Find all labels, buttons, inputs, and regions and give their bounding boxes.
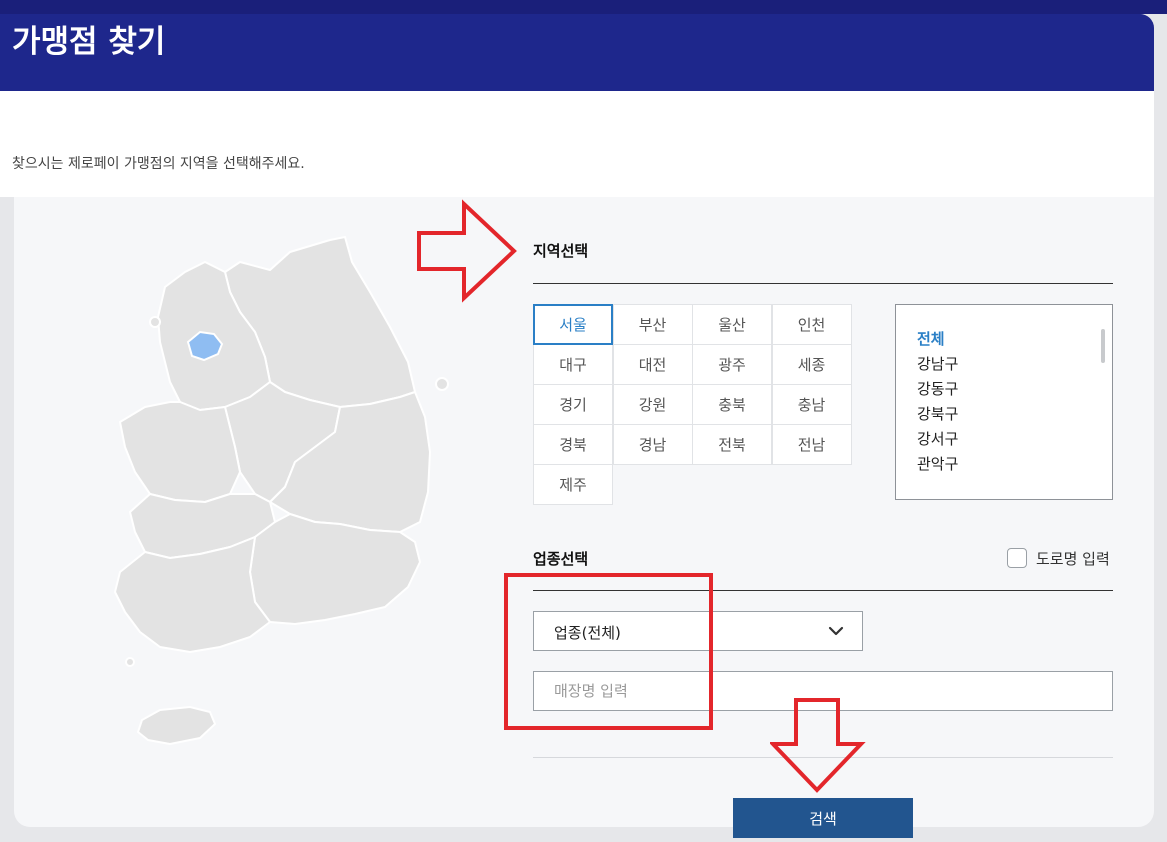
- region-button[interactable]: 제주: [533, 464, 613, 505]
- left-edge: [0, 197, 14, 842]
- region-button[interactable]: 대전: [612, 344, 693, 385]
- region-button[interactable]: 인천: [771, 304, 852, 345]
- region-button[interactable]: 충남: [771, 384, 852, 425]
- page: 가맹점 찾기 찾으시는 제로페이 가맹점의 지역을 선택해주세요. 지역선택 서…: [0, 0, 1167, 842]
- road-name-label: 도로명 입력: [1036, 550, 1110, 568]
- region-button[interactable]: 강원: [612, 384, 693, 425]
- region-button[interactable]: 광주: [692, 344, 772, 385]
- region-button[interactable]: 서울: [533, 304, 613, 345]
- region-button[interactable]: 경기: [533, 384, 613, 425]
- district-item[interactable]: 강서구: [917, 428, 958, 449]
- category-select[interactable]: 업종(전체): [533, 611, 863, 651]
- map-island-west: [149, 316, 161, 328]
- region-button[interactable]: 충북: [692, 384, 772, 425]
- district-item[interactable]: 관악구: [917, 453, 958, 474]
- district-item[interactable]: 강북구: [917, 403, 958, 424]
- top-strip: [0, 0, 1167, 14]
- intro-text: 찾으시는 제로페이 가맹점의 지역을 선택해주세요.: [12, 156, 305, 172]
- region-section-title: 지역선택: [533, 242, 589, 260]
- map-region-jeonnam[interactable]: [114, 536, 271, 653]
- road-name-checkbox[interactable]: [1007, 548, 1027, 568]
- chevron-down-icon: [828, 626, 844, 636]
- district-item[interactable]: 강동구: [917, 378, 958, 399]
- intro-band: [0, 91, 1154, 197]
- map-region-jeju[interactable]: [137, 706, 216, 745]
- business-divider: [533, 590, 1113, 591]
- header-bar: [0, 14, 1154, 91]
- business-section-title: 업종선택: [533, 550, 589, 568]
- form-bottom-divider: [533, 757, 1113, 758]
- district-item[interactable]: 강남구: [917, 353, 958, 374]
- district-list[interactable]: 전체강남구강동구강북구강서구관악구: [895, 304, 1113, 500]
- region-button[interactable]: 부산: [612, 304, 693, 345]
- map-island-ulleung: [435, 377, 449, 391]
- page-title: 가맹점 찾기: [12, 24, 166, 60]
- map-region-chungnam[interactable]: [119, 401, 241, 503]
- category-select-value: 업종(전체): [554, 624, 621, 642]
- district-item[interactable]: 전체: [917, 328, 945, 349]
- district-scrollbar[interactable]: [1101, 329, 1105, 363]
- korea-map: [114, 236, 449, 745]
- region-button[interactable]: 전북: [692, 424, 772, 465]
- map-island-south: [125, 657, 135, 667]
- region-button[interactable]: 대구: [533, 344, 613, 385]
- search-button[interactable]: 검색: [733, 798, 913, 838]
- region-divider: [533, 283, 1113, 284]
- region-button[interactable]: 전남: [771, 424, 852, 465]
- region-button[interactable]: 경남: [612, 424, 693, 465]
- header-edge: [1154, 14, 1167, 91]
- store-name-input[interactable]: [533, 671, 1113, 711]
- region-button[interactable]: 경북: [533, 424, 613, 465]
- region-button[interactable]: 세종: [771, 344, 852, 385]
- region-button[interactable]: 울산: [692, 304, 772, 345]
